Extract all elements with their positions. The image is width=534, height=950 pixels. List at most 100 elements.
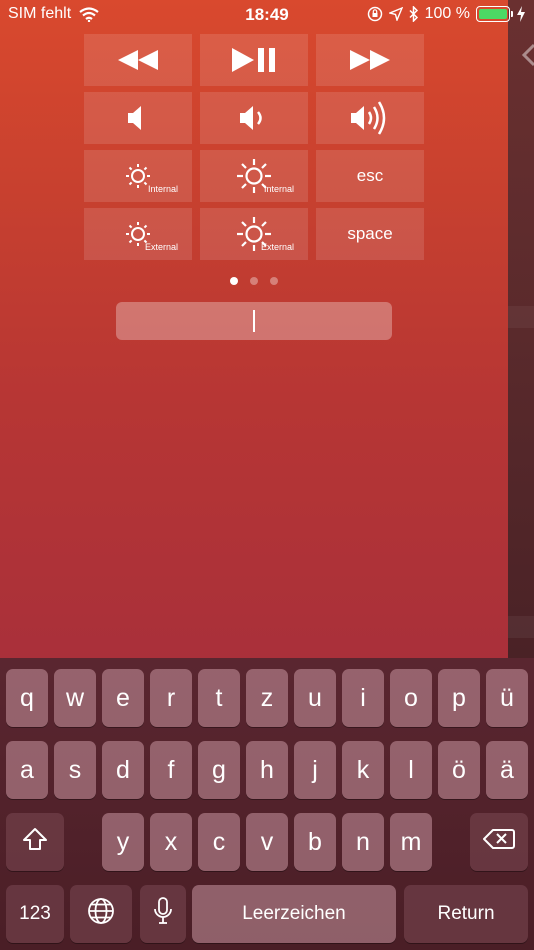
key-label: w — [65, 683, 85, 712]
key-label: ä — [500, 755, 514, 784]
key-t[interactable]: t — [198, 669, 240, 727]
text-input-field[interactable] — [116, 302, 392, 340]
key-m[interactable]: m — [390, 813, 432, 871]
key-r[interactable]: r — [150, 669, 192, 727]
space-bar[interactable]: Leerzeichen — [192, 885, 396, 943]
chevron-left-icon — [521, 43, 534, 67]
key-label: r — [166, 683, 176, 712]
key-label: 123 — [19, 903, 51, 924]
page-indicator[interactable] — [0, 277, 508, 285]
key-label: z — [260, 683, 274, 712]
key-p[interactable]: p — [438, 669, 480, 727]
key-x[interactable]: x — [150, 813, 192, 871]
key-label: x — [164, 827, 178, 856]
key-f[interactable]: f — [150, 741, 192, 799]
key-w[interactable]: w — [54, 669, 96, 727]
text-cursor — [253, 310, 255, 332]
return-key[interactable]: Return — [404, 885, 528, 943]
key-g[interactable]: g — [198, 741, 240, 799]
speaker-low-icon — [234, 102, 274, 134]
rotation-lock-icon — [367, 6, 382, 22]
key-b[interactable]: b — [294, 813, 336, 871]
key-label: ö — [452, 755, 466, 784]
speaker-high-icon — [347, 99, 393, 137]
key-label: h — [260, 755, 274, 784]
shift-key[interactable] — [6, 813, 64, 871]
status-bar: SIM fehlt 18:49 100 % — [0, 0, 534, 30]
key-d[interactable]: d — [102, 741, 144, 799]
key-y[interactable]: y — [102, 813, 144, 871]
tile-sublabel: External — [144, 242, 178, 252]
key-j[interactable]: j — [294, 741, 336, 799]
key-ä[interactable]: ä — [486, 741, 528, 799]
volume-up-button[interactable] — [316, 92, 424, 144]
play-pause-button[interactable] — [200, 34, 308, 86]
key-label: y — [116, 827, 130, 856]
location-arrow-icon — [388, 7, 403, 21]
fast-forward-button[interactable] — [316, 34, 424, 86]
key-label: g — [212, 755, 226, 784]
key-label: q — [20, 683, 34, 712]
numbers-key[interactable]: 123 — [6, 885, 64, 943]
key-label: t — [215, 683, 223, 712]
key-z[interactable]: z — [246, 669, 288, 727]
key-u[interactable]: u — [294, 669, 336, 727]
key-label: j — [312, 755, 318, 784]
key-c[interactable]: c — [198, 813, 240, 871]
control-grid: Internal Internal esc External External space — [84, 34, 424, 260]
tile-sublabel: External — [260, 242, 294, 252]
key-o[interactable]: o — [390, 669, 432, 727]
key-ö[interactable]: ö — [438, 741, 480, 799]
dictation-key[interactable] — [140, 885, 186, 943]
key-label: s — [68, 755, 82, 784]
esc-button[interactable]: esc — [316, 150, 424, 202]
external-brightness-down-button[interactable]: External — [84, 208, 192, 260]
tile-sublabel: Internal — [263, 184, 294, 194]
key-label: f — [167, 755, 175, 784]
key-l[interactable]: l — [390, 741, 432, 799]
globe-key[interactable] — [70, 885, 132, 943]
key-v[interactable]: v — [246, 813, 288, 871]
key-label: p — [452, 683, 466, 712]
shift-icon — [22, 827, 48, 858]
microphone-icon — [153, 896, 173, 933]
key-q[interactable]: q — [6, 669, 48, 727]
key-label: n — [356, 827, 370, 856]
tile-label: esc — [356, 166, 384, 185]
charging-bolt-icon — [517, 6, 525, 22]
bluetooth-icon — [409, 6, 418, 22]
globe-icon — [87, 897, 115, 932]
space-button[interactable]: space — [316, 208, 424, 260]
volume-down-button[interactable] — [200, 92, 308, 144]
tile-label: space — [347, 224, 393, 243]
backspace-key[interactable] — [470, 813, 528, 871]
internal-brightness-up-button[interactable]: Internal — [200, 150, 308, 202]
key-label: d — [116, 755, 130, 784]
onscreen-keyboard: q w e r t z u i o p ü a s d f g h j k l ö ä y x c v b n m 123 Leerzeic… — [0, 658, 534, 950]
backspace-icon — [483, 828, 515, 857]
mute-button[interactable] — [84, 92, 192, 144]
key-ü[interactable]: ü — [486, 669, 528, 727]
play-pause-icon — [229, 46, 279, 74]
external-brightness-up-button[interactable]: External — [200, 208, 308, 260]
key-k[interactable]: k — [342, 741, 384, 799]
key-h[interactable]: h — [246, 741, 288, 799]
key-label: c — [212, 827, 226, 856]
key-a[interactable]: a — [6, 741, 48, 799]
page-dot[interactable] — [250, 277, 258, 285]
key-i[interactable]: i — [342, 669, 384, 727]
key-label: m — [400, 827, 422, 856]
page-dot[interactable] — [270, 277, 278, 285]
separator — [508, 306, 534, 328]
key-n[interactable]: n — [342, 813, 384, 871]
key-e[interactable]: e — [102, 669, 144, 727]
page-dot[interactable] — [230, 277, 238, 285]
key-label: i — [360, 683, 366, 712]
fast-forward-icon — [347, 48, 393, 72]
internal-brightness-down-button[interactable]: Internal — [84, 150, 192, 202]
key-s[interactable]: s — [54, 741, 96, 799]
key-label: Leerzeichen — [242, 903, 346, 924]
key-label: Return — [437, 903, 495, 924]
key-label: u — [308, 683, 322, 712]
rewind-button[interactable] — [84, 34, 192, 86]
